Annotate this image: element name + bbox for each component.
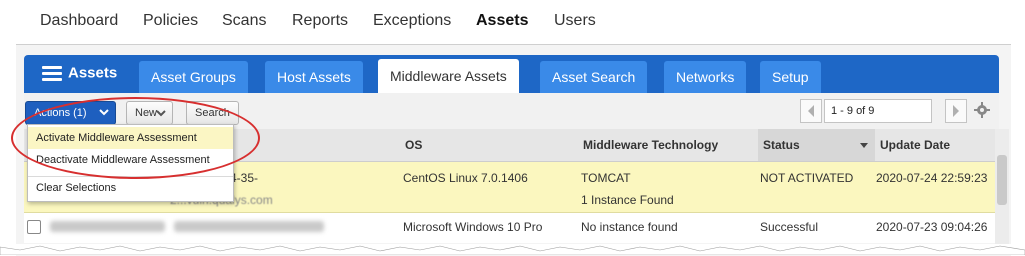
- scrollbar-thumb[interactable]: [997, 155, 1007, 205]
- page-range: 1 - 9 of 9: [824, 99, 932, 123]
- update-date-cell: 2020-07-24 22:59:23: [876, 171, 988, 185]
- menu-item-clear-selections[interactable]: Clear Selections: [28, 177, 233, 199]
- prev-page-button[interactable]: [800, 99, 822, 123]
- instance-count[interactable]: 1 Instance Found: [581, 193, 674, 207]
- tab-middleware-assets[interactable]: Middleware Assets: [378, 59, 519, 93]
- list-icon: [42, 63, 62, 84]
- nav-users[interactable]: Users: [554, 12, 596, 30]
- next-page-button[interactable]: [945, 99, 967, 123]
- arrow-left-icon: [808, 105, 814, 117]
- column-middleware-technology[interactable]: Middleware Technology: [583, 138, 718, 152]
- tab-setup[interactable]: Setup: [760, 61, 821, 93]
- highlight-callout: [11, 97, 260, 179]
- os-cell: CentOS Linux 7.0.1406: [403, 171, 528, 185]
- tech-cell: TOMCAT: [581, 171, 631, 185]
- torn-edge: [0, 244, 1025, 255]
- tech-cell: No instance found: [581, 220, 678, 234]
- nav-assets[interactable]: Assets: [476, 12, 528, 30]
- top-nav: Dashboard Policies Scans Reports Excepti…: [0, 0, 1025, 44]
- gear-icon[interactable]: [974, 102, 990, 118]
- vertical-scrollbar[interactable]: [995, 129, 1009, 249]
- nav-dashboard[interactable]: Dashboard: [40, 12, 118, 30]
- nav-exceptions[interactable]: Exceptions: [373, 12, 451, 30]
- status-cell: Successful: [760, 220, 819, 234]
- redacted-asset-name: [50, 221, 165, 232]
- os-cell: Microsoft Windows 10 Pro: [403, 220, 543, 234]
- update-date-cell: 2020-07-23 09:04:26: [876, 220, 988, 234]
- nav-policies[interactable]: Policies: [143, 12, 198, 30]
- nav-scans[interactable]: Scans: [222, 12, 266, 30]
- tab-host-assets[interactable]: Host Assets: [265, 61, 363, 93]
- redacted-asset-host: [174, 221, 324, 232]
- row-checkbox[interactable]: [27, 220, 41, 234]
- column-os[interactable]: OS: [405, 138, 422, 152]
- arrow-right-icon: [953, 105, 959, 117]
- tab-asset-search[interactable]: Asset Search: [540, 61, 648, 93]
- column-status[interactable]: Status: [763, 138, 800, 152]
- tab-asset-groups[interactable]: Asset Groups: [139, 61, 248, 93]
- status-cell: NOT ACTIVATED: [760, 171, 854, 185]
- table-row[interactable]: Microsoft Windows 10 Pro No instance fou…: [24, 213, 999, 243]
- nav-reports[interactable]: Reports: [292, 12, 348, 30]
- module-tab-bar: Assets Asset Groups Host Assets Middlewa…: [24, 55, 999, 93]
- column-update-date[interactable]: Update Date: [880, 138, 950, 152]
- sort-desc-icon: [860, 143, 868, 148]
- tab-networks[interactable]: Networks: [664, 61, 747, 93]
- module-title[interactable]: Assets: [42, 63, 117, 84]
- pager: 1 - 9 of 9: [800, 99, 980, 123]
- module-title-label: Assets: [68, 64, 118, 82]
- asset-name-fragment: 4-35-: [230, 171, 259, 185]
